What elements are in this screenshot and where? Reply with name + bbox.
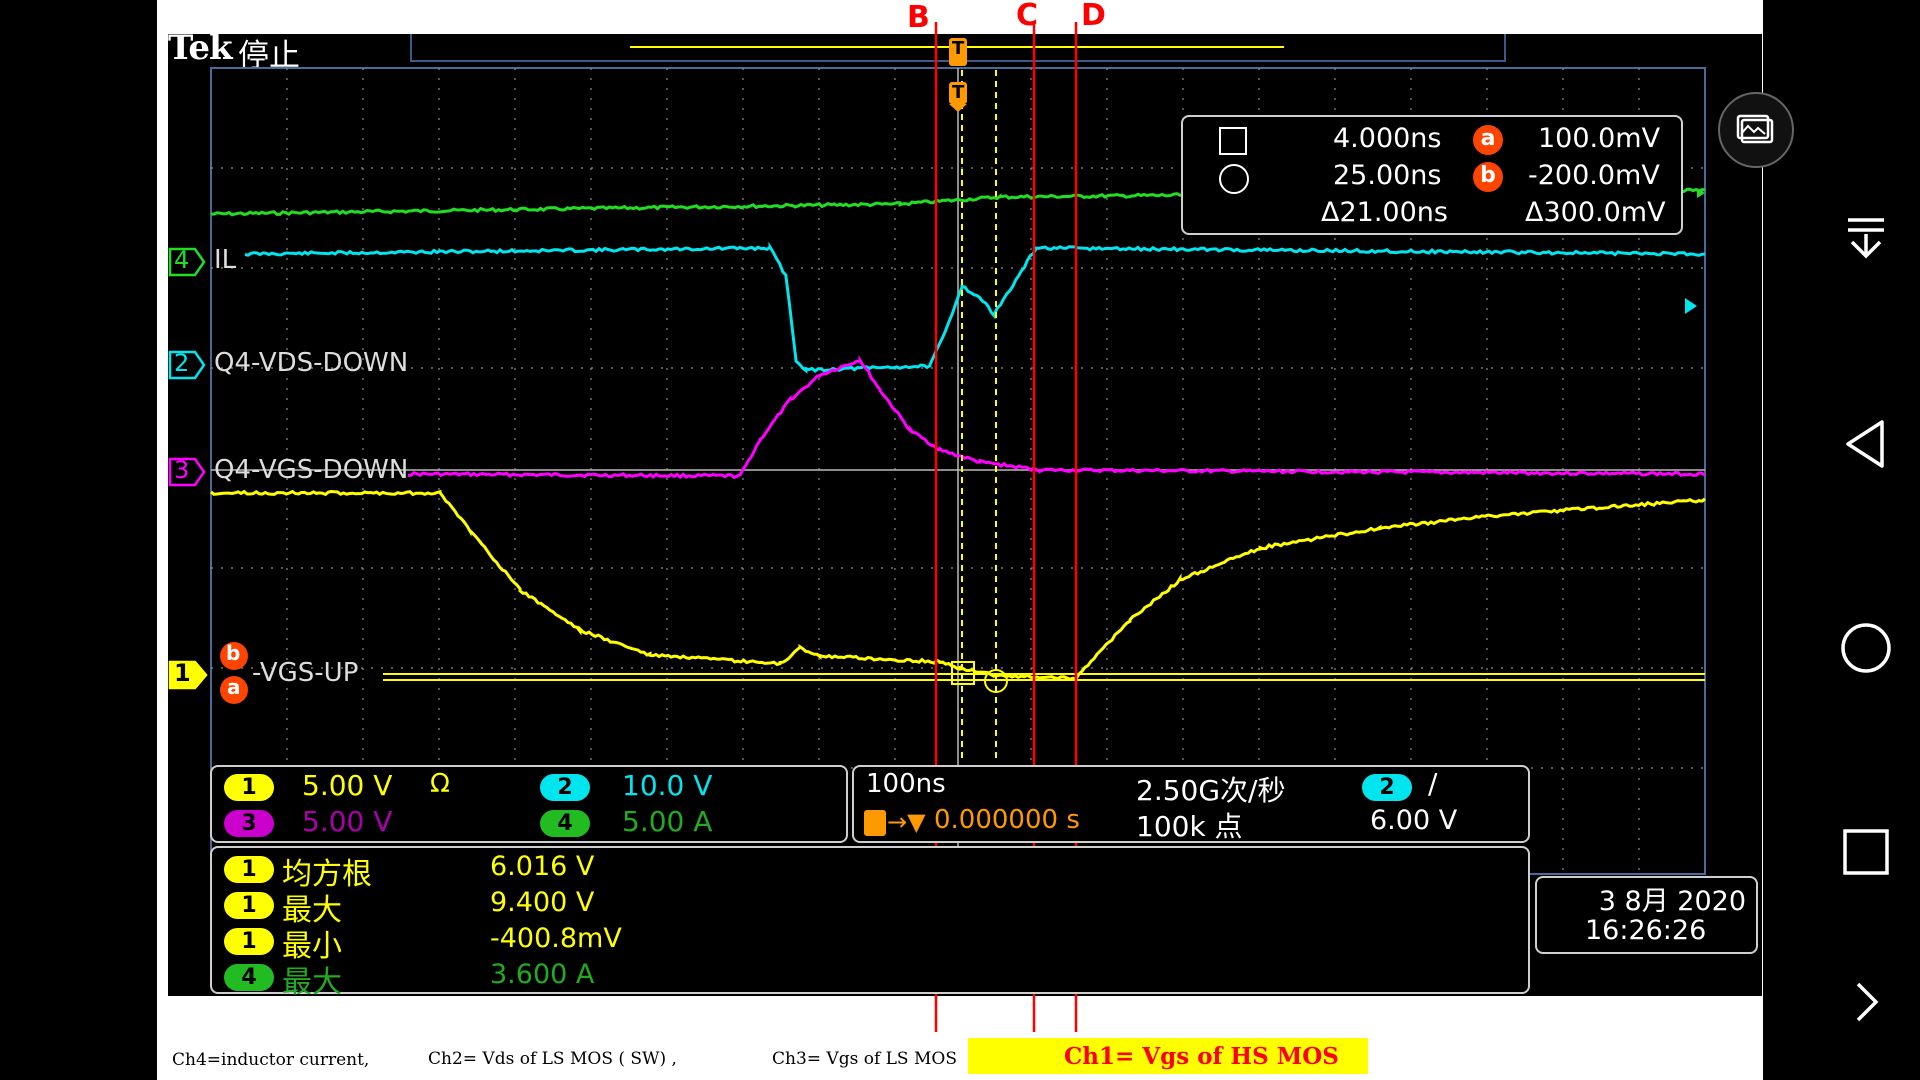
meas-3-value: -400.8mV bbox=[490, 923, 622, 954]
cursor-voltage-a: 100.0mV bbox=[1538, 123, 1661, 154]
ch4-number: 4 bbox=[174, 246, 190, 274]
note-ch1: Ch1= Vgs of HS MOS bbox=[1064, 1043, 1339, 1070]
cursor-circle-icon bbox=[1219, 164, 1249, 194]
collapse-menu-icon bbox=[1848, 218, 1884, 259]
trigger-letter-top: T bbox=[952, 38, 965, 59]
measurement-panel: 1 均方根 6.016 V 1 最大 9.400 V 1 最小 -400.8mV… bbox=[210, 846, 1530, 1000]
meas-4-badge: 4 bbox=[224, 964, 274, 991]
ch1-badge: 1 bbox=[224, 774, 274, 801]
sample-rate: 2.50G次/秒 bbox=[1136, 774, 1286, 807]
meas-4-value: 3.600 A bbox=[490, 959, 595, 990]
trigger-level[interactable]: 6.00 V bbox=[1370, 805, 1457, 836]
ch2-scale[interactable]: 10.0 V bbox=[622, 769, 712, 802]
trigger-position[interactable]: 0.000000 s bbox=[934, 805, 1080, 835]
cursor-a-badge: a bbox=[1473, 125, 1503, 155]
timebase[interactable]: 100ns bbox=[866, 769, 946, 799]
ch1-scale[interactable]: 5.00 V bbox=[302, 769, 392, 802]
ch3-trace bbox=[407, 354, 1706, 480]
ch4-scale[interactable]: 5.00 A bbox=[622, 805, 712, 838]
cursor-time1: 4.000ns bbox=[1333, 123, 1442, 154]
ch2-label: Q4-VDS-DOWN bbox=[214, 348, 409, 378]
ch3-number: 3 bbox=[174, 456, 190, 484]
gallery-icon bbox=[1736, 114, 1774, 144]
ch3-badge: 3 bbox=[224, 810, 274, 837]
date: 3 8月 2020 bbox=[1598, 886, 1746, 917]
cursor-readout-panel: 4.000ns 25.00ns Δ21.00ns a b 100.0mV -20… bbox=[1181, 115, 1683, 235]
ch2-number: 2 bbox=[174, 349, 190, 377]
ch2-trace bbox=[244, 241, 1706, 374]
ch4-label: IL bbox=[214, 245, 237, 275]
vertical-settings-panel[interactable]: 1 5.00 V Ω 2 10.0 V 3 5.00 V 4 5.00 A bbox=[210, 765, 848, 843]
back-button[interactable] bbox=[1836, 414, 1896, 474]
cursor-b-letter: b bbox=[226, 641, 241, 665]
note-ch4: Ch4=inductor current, bbox=[172, 1050, 370, 1070]
note-ch2: Ch2= Vds of LS MOS ( SW) , bbox=[428, 1049, 677, 1069]
recents-button[interactable] bbox=[1836, 822, 1896, 882]
trigger-source-badge: 2 bbox=[1362, 774, 1412, 801]
meas-2-badge: 1 bbox=[224, 892, 274, 919]
annotation-label-c: C bbox=[1016, 0, 1039, 33]
trigger-letter: T bbox=[952, 82, 965, 103]
gallery-button[interactable] bbox=[1718, 92, 1794, 168]
home-button[interactable] bbox=[1836, 618, 1896, 678]
ch1-number: 1 bbox=[174, 659, 191, 687]
annotation-label-d: D bbox=[1081, 0, 1106, 33]
trigger-slope[interactable]: / bbox=[1428, 767, 1437, 800]
recents-icon bbox=[1843, 829, 1889, 875]
trigger-pos-icon bbox=[864, 810, 886, 836]
cursor-b-badge: b bbox=[1473, 162, 1503, 192]
trigger-pos-arrow: →▼ bbox=[887, 808, 926, 836]
time: 16:26:26 bbox=[1585, 915, 1707, 946]
meas-3-badge: 1 bbox=[224, 928, 274, 955]
ch3-scale[interactable]: 5.00 V bbox=[302, 805, 392, 838]
collapse-menu-button[interactable] bbox=[1836, 210, 1896, 270]
cursor-voltage-b: -200.0mV bbox=[1528, 160, 1660, 191]
ch1-termination-symbol: Ω bbox=[430, 769, 450, 799]
meas-2-value: 9.400 V bbox=[490, 887, 595, 918]
cursor-delta-time: Δ21.00ns bbox=[1321, 197, 1448, 228]
ch4-badge: 4 bbox=[540, 810, 590, 837]
meas-1-value: 6.016 V bbox=[490, 851, 595, 882]
ch2-badge: 2 bbox=[540, 774, 590, 801]
ch1-label: -VGS-UP bbox=[252, 658, 359, 688]
datetime-panel: 3 8月 2020 16:26:26 bbox=[1535, 876, 1758, 954]
app-page: Tek 停止 4 2 3 1 IL Q4-VDS-DOWN Q4-VGS-DOW… bbox=[0, 0, 1920, 1080]
annotation-label-b: B bbox=[907, 0, 930, 35]
home-icon bbox=[1841, 623, 1891, 673]
back-icon bbox=[1846, 420, 1884, 468]
cursor-delta-voltage: Δ300.0mV bbox=[1525, 197, 1666, 228]
note-ch3: Ch3= Vgs of LS MOS bbox=[772, 1049, 957, 1069]
record-length: 100k 点 bbox=[1136, 810, 1243, 843]
horizontal-settings-panel[interactable]: 100ns →▼ 0.000000 s 2.50G次/秒 100k 点 2 / … bbox=[852, 765, 1530, 843]
meas-4-name: 最大 bbox=[282, 965, 342, 1000]
ch3-label: Q4-VGS-DOWN bbox=[214, 455, 409, 485]
next-button[interactable] bbox=[1836, 972, 1896, 1032]
cursor-time2: 25.00ns bbox=[1333, 160, 1442, 191]
cursor-a-letter: a bbox=[227, 675, 241, 699]
trigger-level-arrow bbox=[1685, 298, 1697, 314]
cursor-square-icon bbox=[1219, 127, 1247, 155]
meas-1-badge: 1 bbox=[224, 856, 274, 883]
next-icon bbox=[1856, 982, 1879, 1022]
